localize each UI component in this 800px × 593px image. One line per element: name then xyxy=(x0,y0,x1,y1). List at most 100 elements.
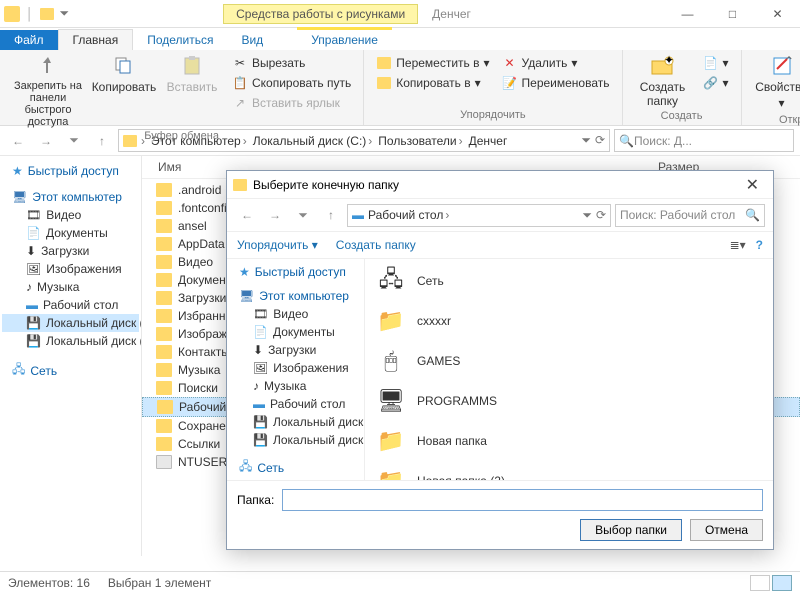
desktop-icon: ▬ xyxy=(26,298,38,312)
dialog-item[interactable]: 📁cxxxxr xyxy=(371,301,767,341)
view-details-button[interactable] xyxy=(750,575,770,591)
breadcrumb-segment[interactable]: Пользователи › xyxy=(376,134,464,148)
help-button[interactable]: ? xyxy=(756,238,763,252)
ribbon-collapse-icon[interactable]: ⌃ xyxy=(784,54,794,68)
file-icon xyxy=(156,455,172,469)
pc-icon: 🖥 xyxy=(239,289,254,303)
status-selected: Выбран 1 элемент xyxy=(108,576,211,590)
select-folder-button[interactable]: Выбор папки xyxy=(580,519,682,541)
rename-icon: 📝 xyxy=(502,75,518,91)
dlg-nav-documents[interactable]: 📄Документы xyxy=(229,323,362,341)
paste-button[interactable]: Вставить xyxy=(160,54,224,94)
nav-documents[interactable]: 📄Документы xyxy=(2,224,139,242)
dlg-nav-downloads[interactable]: ⬇Загрузки xyxy=(229,341,362,359)
refresh-icon[interactable]: ⟳ xyxy=(595,133,605,148)
window-title: Денчег xyxy=(418,7,485,21)
new-item-button[interactable]: 📄 ▾ xyxy=(699,54,733,72)
file-name: Ссылки xyxy=(178,437,220,451)
disk-icon: 💾 xyxy=(253,433,268,447)
breadcrumb-segment[interactable]: Денчег xyxy=(467,134,510,148)
dialog-recent-dropdown[interactable]: ⏷ xyxy=(291,203,315,227)
minimize-button[interactable]: — xyxy=(665,0,710,28)
dlg-nav-network[interactable]: 🖧Сеть xyxy=(229,455,362,480)
search-input[interactable]: 🔍 Поиск: Д... xyxy=(614,129,794,152)
nav-downloads[interactable]: ⬇Загрузки xyxy=(2,242,139,260)
tab-manage[interactable]: Управление xyxy=(297,27,392,50)
rename-button[interactable]: 📝Переименовать xyxy=(498,74,614,92)
tab-share[interactable]: Поделиться xyxy=(133,30,227,50)
view-options-button[interactable]: ≣▾ xyxy=(730,238,746,252)
tab-home[interactable]: Главная xyxy=(58,29,134,50)
folder-icon xyxy=(156,201,172,215)
maximize-button[interactable]: □ xyxy=(710,0,755,28)
dlg-nav-pictures[interactable]: 🖼Изображения xyxy=(229,359,362,377)
easy-access-button[interactable]: 🔗 ▾ xyxy=(699,74,733,92)
dlg-nav-videos[interactable]: 🎞Видео xyxy=(229,305,362,323)
new-folder-button[interactable]: ✦ Создать папку xyxy=(631,54,695,108)
paste-shortcut-button[interactable]: ↗Вставить ярлык xyxy=(228,94,355,112)
copy-button[interactable]: Копировать xyxy=(92,54,156,94)
folder-icon xyxy=(156,363,172,377)
cancel-button[interactable]: Отмена xyxy=(690,519,763,541)
folder-icon xyxy=(156,291,172,305)
nav-network[interactable]: 🖧Сеть xyxy=(2,358,139,383)
dialog-breadcrumb[interactable]: ▬ Рабочий стол › ⏷ ⟳ xyxy=(347,204,611,227)
refresh-icon[interactable]: ⟳ xyxy=(596,208,606,223)
item-label: PROGRAMMS xyxy=(417,394,497,408)
dialog-item[interactable]: 📁Новая папка xyxy=(371,421,767,461)
nav-this-pc[interactable]: 🖥Этот компьютер xyxy=(2,188,139,206)
dlg-nav-music[interactable]: ♪Музыка xyxy=(229,377,362,395)
delete-button[interactable]: ✕Удалить ▾ xyxy=(498,54,614,72)
context-tab-picture-tools[interactable]: Средства работы с рисунками xyxy=(223,4,418,24)
group-clipboard-label: Буфер обмена xyxy=(8,130,355,142)
dialog-new-folder-button[interactable]: Создать папку xyxy=(336,238,416,252)
dlg-nav-this-pc[interactable]: 🖥Этот компьютер xyxy=(229,287,362,305)
addr-dropdown-icon[interactable]: ⏷ xyxy=(581,133,591,148)
copy-path-button[interactable]: 📋Скопировать путь xyxy=(228,74,355,92)
folder-name-input[interactable] xyxy=(282,489,763,511)
nav-quick-access[interactable]: ★Быстрый доступ xyxy=(2,162,139,180)
copy-to-button[interactable]: Копировать в ▾ xyxy=(372,74,493,92)
nav-videos[interactable]: 🎞Видео xyxy=(2,206,139,224)
file-name: Загрузки xyxy=(178,291,226,305)
dialog-item[interactable]: 🖥PROGRAMMS xyxy=(371,381,767,421)
dialog-nav-pane: ★Быстрый доступ 🖥Этот компьютер 🎞Видео 📄… xyxy=(227,259,365,480)
dlg-nav-quick-access[interactable]: ★Быстрый доступ xyxy=(229,263,362,281)
chevron-down-icon: ▾ xyxy=(571,56,577,70)
tab-file[interactable]: Файл xyxy=(0,30,58,50)
dialog-forward-button[interactable]: → xyxy=(263,203,287,227)
dialog-content: 🖧Сеть📁cxxxxr🖱GAMES🖥PROGRAMMS📁Новая папка… xyxy=(365,259,773,480)
ribbon-tabs: Файл Главная Поделиться Вид Управление xyxy=(0,28,800,50)
cut-button[interactable]: ✂Вырезать xyxy=(228,54,355,72)
nav-disk-c[interactable]: 💾Локальный диск (C:) xyxy=(2,314,139,332)
delete-icon: ✕ xyxy=(502,55,518,71)
pin-quick-access-button[interactable]: Закрепить на панели быстрого доступа xyxy=(8,54,88,128)
tab-view[interactable]: Вид xyxy=(227,30,277,50)
folder-icon xyxy=(156,437,172,451)
nav-disk-e[interactable]: 💾Локальный диск (E:) xyxy=(2,332,139,350)
nav-pictures[interactable]: 🖼Изображения xyxy=(2,260,139,278)
dlg-nav-disk-e[interactable]: 💾Локальный диск (E:) xyxy=(229,431,362,449)
dlg-nav-desktop[interactable]: ▬Рабочий стол xyxy=(229,395,362,413)
dialog-back-button[interactable]: ← xyxy=(235,203,259,227)
dialog-item[interactable]: 🖧Сеть xyxy=(371,261,767,301)
dialog-item[interactable]: 📁Новая папка (2) xyxy=(371,461,767,480)
file-name: Контакты xyxy=(178,345,230,359)
dialog-close-button[interactable]: ✕ xyxy=(738,175,767,195)
dialog-search-input[interactable]: Поиск: Рабочий стол 🔍 xyxy=(615,204,765,227)
addr-dropdown-icon[interactable]: ⏷ xyxy=(582,208,592,223)
nav-music[interactable]: ♪Музыка xyxy=(2,278,139,296)
nav-desktop[interactable]: ▬Рабочий стол xyxy=(2,296,139,314)
folder-icon xyxy=(156,419,172,433)
dlg-nav-disk-c[interactable]: 💾Локальный диск (C:) xyxy=(229,413,362,431)
view-icons-button[interactable] xyxy=(772,575,792,591)
close-button[interactable]: ✕ xyxy=(755,0,800,28)
qat-dropdown-icon[interactable]: ⏷ xyxy=(60,6,70,21)
folder-icon xyxy=(156,255,172,269)
paste-icon xyxy=(178,54,206,78)
dialog-organize-button[interactable]: Упорядочить ▾ xyxy=(237,238,318,252)
dialog-up-button[interactable]: ↑ xyxy=(319,203,343,227)
dialog-item[interactable]: 🖱GAMES xyxy=(371,341,767,381)
qat-folder-icon[interactable] xyxy=(40,8,54,20)
move-to-button[interactable]: Переместить в ▾ xyxy=(372,54,493,72)
